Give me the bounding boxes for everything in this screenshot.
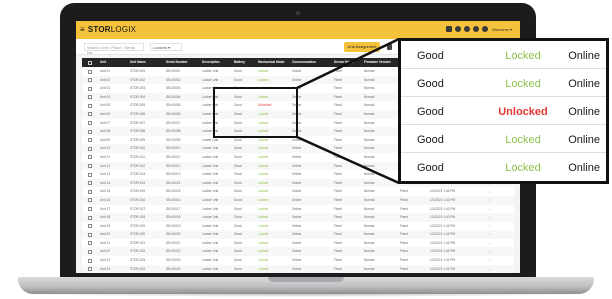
- connector-line-bottom: [296, 135, 400, 185]
- zoom-online-status: Online: [568, 162, 600, 174]
- zoom-row: Good Locked Online: [401, 125, 606, 153]
- zoom-row: Good Locked Online: [401, 69, 606, 97]
- zoom-row: Good Locked Online: [401, 41, 606, 69]
- zoom-battery: Good: [417, 50, 444, 62]
- zoom-battery: Good: [417, 78, 444, 90]
- zoom-battery: Good: [417, 134, 444, 146]
- zoom-battery: Good: [417, 162, 444, 174]
- zoom-row: Good Unlocked Online: [401, 97, 606, 125]
- zoom-lock-status: Locked: [505, 162, 541, 174]
- zoom-lock-status: Locked: [505, 50, 541, 62]
- connector-line-top: [296, 37, 400, 90]
- zoom-callout: Good Locked Online Good Locked Online Good Unlo…: [398, 38, 609, 184]
- zoom-lock-status: Locked: [505, 78, 541, 90]
- zoom-online-status: Online: [568, 106, 600, 118]
- zoom-lock-status: Locked: [505, 134, 541, 146]
- zoom-online-status: Online: [568, 134, 600, 146]
- zoom-lock-status: Unlocked: [498, 106, 548, 118]
- zoom-online-status: Online: [568, 78, 600, 90]
- zoom-row: Good Locked Online: [401, 153, 606, 181]
- zoom-online-status: Online: [568, 50, 600, 62]
- zoom-battery: Good: [417, 106, 444, 118]
